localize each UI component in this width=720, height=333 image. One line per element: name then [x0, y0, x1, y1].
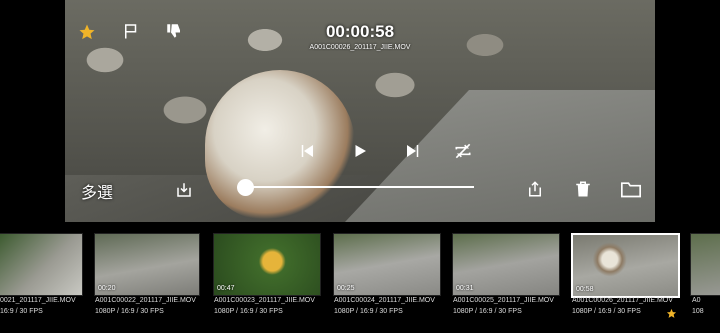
thumbnail[interactable]: 00:31 — [452, 233, 560, 296]
skip-next-icon[interactable] — [401, 140, 425, 162]
thumbnail-caption: A001C00022_201117_JIIE.MOV — [95, 297, 196, 304]
thumbnail-meta: 108 — [692, 308, 704, 315]
thumbnail-caption: 0021_201117_JIIE.MOV — [0, 297, 76, 304]
file-name: A001C00026_201117_JIIE.MOV — [309, 44, 411, 51]
progress-track[interactable] — [246, 186, 474, 188]
save-to-device-icon[interactable] — [173, 179, 195, 201]
timecode: 00:00:58 — [325, 22, 395, 41]
video-player[interactable]: 00:00:58 A001C00026_201117_JIIE.MOV 多選 — [65, 0, 655, 222]
thumbnail-selected[interactable]: 00:58 — [571, 233, 680, 298]
thumbnail[interactable]: 00:20 — [94, 233, 200, 296]
favorite-star-icon — [666, 306, 677, 324]
share-icon[interactable] — [523, 177, 547, 201]
thumbnail-caption: A001C00023_201117_JIIE.MOV — [214, 297, 315, 304]
thumbnail[interactable] — [690, 233, 720, 296]
thumbnail-meta: 1080P / 16:9 / 30 FPS — [334, 308, 403, 315]
cat-frame — [205, 70, 355, 220]
folder-icon[interactable] — [618, 177, 644, 201]
thumbnail[interactable]: 00:47 — [213, 233, 321, 296]
multi-select-button[interactable]: 多選 — [81, 179, 113, 203]
thumbnail[interactable] — [0, 233, 83, 296]
thumbnail[interactable]: 00:25 — [333, 233, 441, 296]
thumbnail-caption: A001C00024_201117_JIIE.MOV — [334, 297, 435, 304]
thumbnail-meta: 1080P / 16:9 / 30 FPS — [214, 308, 283, 315]
thumbnail-caption: A001C00025_201117_JIIE.MOV — [453, 297, 554, 304]
thumbnail-meta: 1080P / 16:9 / 30 FPS — [572, 308, 641, 315]
thumbnail-caption: A001C00026_201117_JIIE.MOV — [572, 297, 673, 304]
progress-handle[interactable] — [237, 179, 254, 196]
filmstrip[interactable]: 0021_201117_JIIE.MOV 16:9 / 30 FPS 00:20… — [0, 233, 720, 333]
thumbnail-caption: A0 — [692, 297, 701, 304]
thumbnail-meta: 1080P / 16:9 / 30 FPS — [95, 308, 164, 315]
play-icon[interactable] — [348, 140, 372, 162]
thumbnail-meta: 16:9 / 30 FPS — [0, 308, 43, 315]
thumbnail-meta: 1080P / 16:9 / 30 FPS — [453, 308, 522, 315]
repeat-off-icon[interactable] — [451, 140, 475, 162]
skip-previous-icon[interactable] — [295, 140, 319, 162]
trash-icon[interactable] — [571, 177, 595, 201]
